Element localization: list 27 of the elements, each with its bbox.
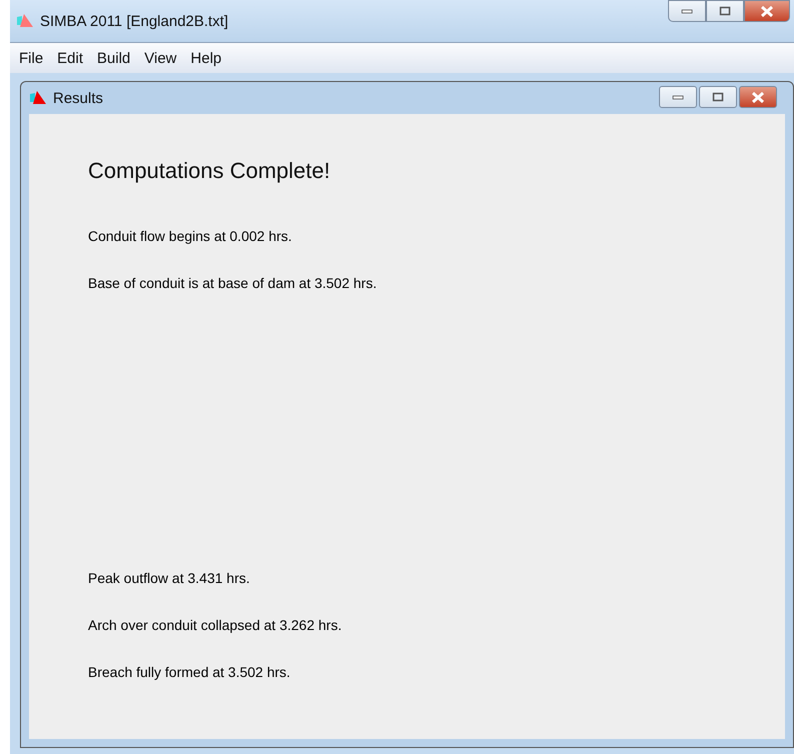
minimize-button[interactable] (668, 0, 706, 22)
maximize-button[interactable] (699, 86, 737, 108)
app-icon (29, 90, 47, 106)
minimize-icon (672, 94, 684, 100)
maximize-icon (712, 92, 724, 102)
result-message: Base of conduit is at base of dam at 3.502 hrs. (88, 275, 378, 293)
result-message: Arch over conduit collapsed at 3.262 hrs. (88, 617, 343, 635)
menu-item[interactable]: File (12, 50, 50, 66)
result-message: Breach fully formed at 3.502 hrs. (88, 664, 292, 682)
result-message: Peak outflow at 3.431 hrs. (88, 570, 251, 588)
close-icon (760, 6, 774, 16)
window-title: Results (53, 90, 104, 106)
result-message: Conduit flow begins at 0.002 hrs. (88, 228, 293, 246)
close-button[interactable] (739, 86, 777, 108)
maximize-icon (719, 6, 731, 16)
close-icon (751, 92, 765, 102)
menu-item[interactable]: Help (184, 50, 228, 66)
app-icon (16, 13, 34, 29)
menu-item[interactable]: Build (90, 50, 138, 66)
results-heading: Computations Complete! (88, 158, 332, 184)
menu-item[interactable]: Edit (50, 50, 90, 66)
close-button[interactable] (744, 0, 790, 22)
window-title: SIMBA 2011 [England2B.txt] (40, 12, 228, 30)
maximize-button[interactable] (706, 0, 744, 22)
minimize-icon (681, 8, 693, 14)
menu-item[interactable]: View (137, 50, 184, 66)
minimize-button[interactable] (659, 86, 697, 108)
